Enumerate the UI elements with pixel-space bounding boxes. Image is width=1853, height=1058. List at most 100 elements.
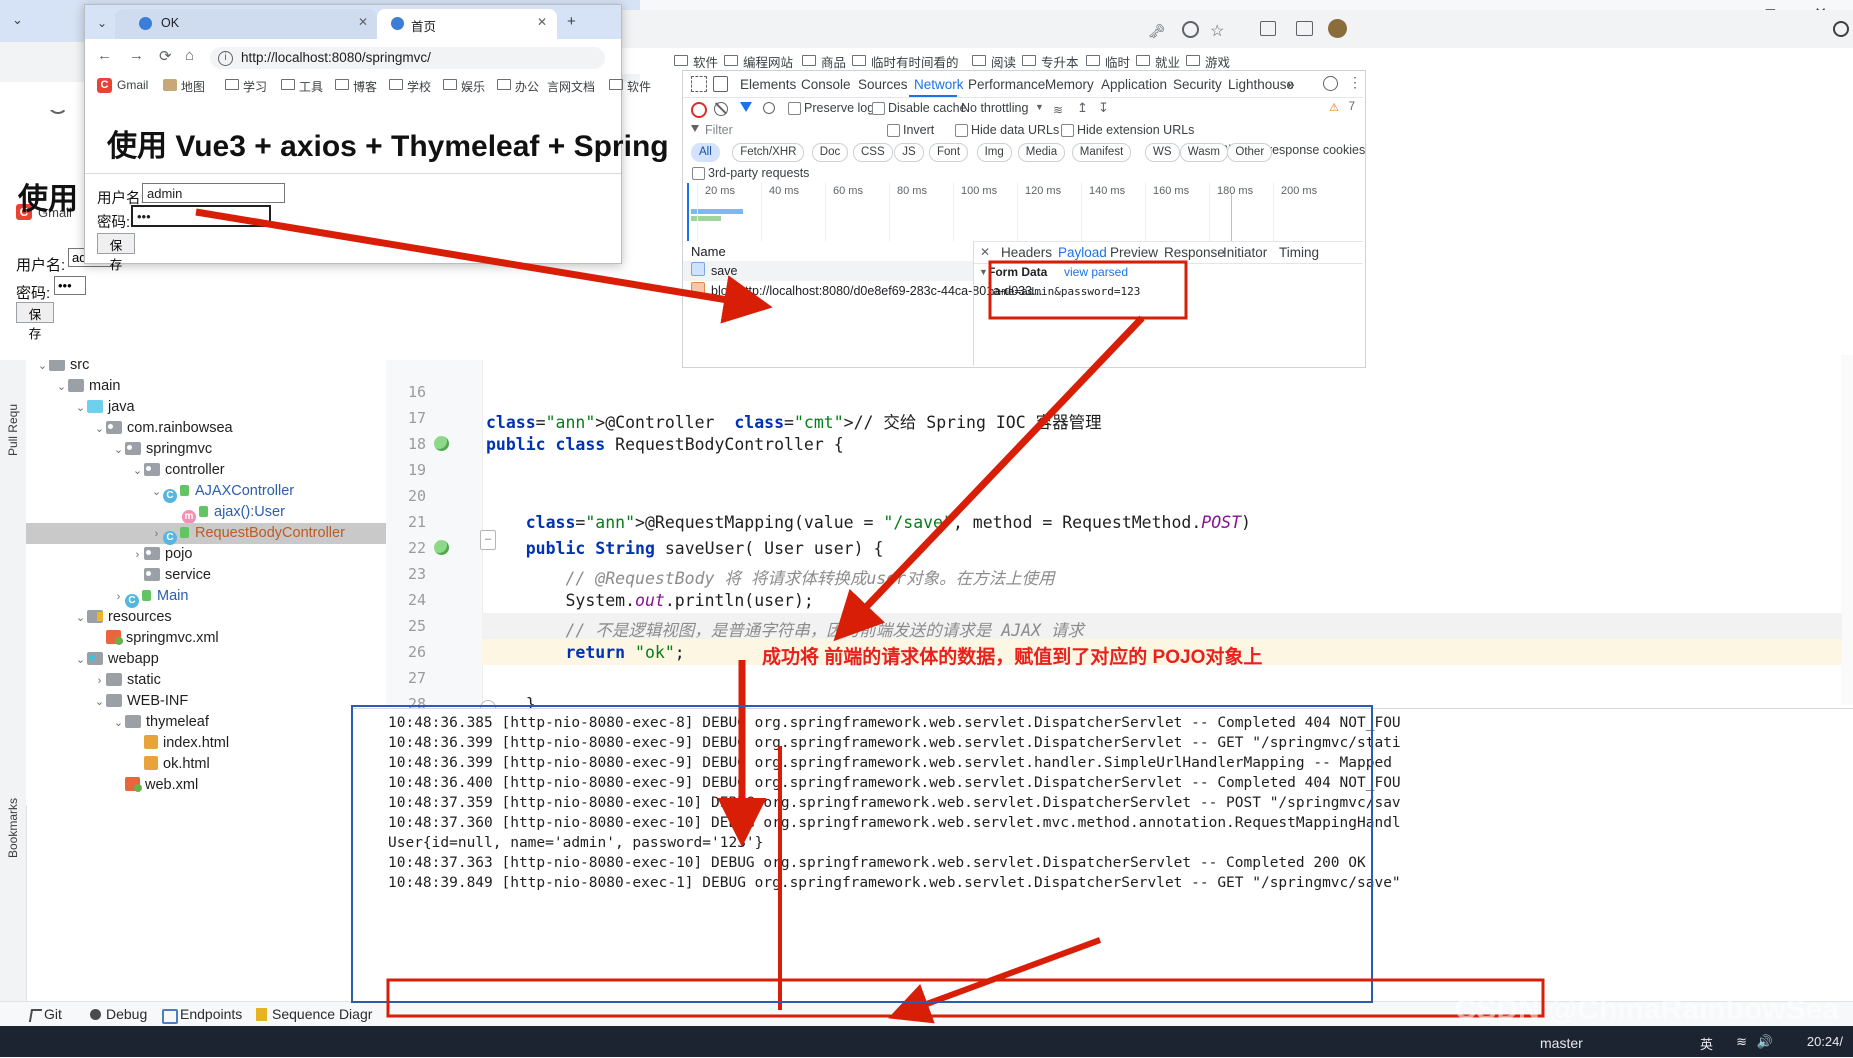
tree-item-com-rainbowsea[interactable]: ⌄ com.rainbowsea [26, 418, 386, 439]
tree-item-ok-html[interactable]: ok.html [26, 754, 386, 775]
tab-ok[interactable]: OK ✕ [115, 9, 377, 39]
home-button[interactable]: ⌂ [185, 47, 194, 64]
detail-tab-timing[interactable]: Timing [1279, 245, 1319, 260]
detail-tab-initiator[interactable]: Initiator [1223, 245, 1267, 260]
resource-type-pill-manifest[interactable]: Manifest [1071, 143, 1132, 162]
address-bar[interactable]: i http://localhost:8080/springmvc/ [210, 47, 605, 69]
console-log-user-output[interactable]: User{id=null, name='admin', password='12… [388, 835, 763, 851]
issue-count[interactable]: 7 [1349, 101, 1355, 113]
devtools-tab-memory[interactable]: Memory [1045, 77, 1094, 92]
third-party-label[interactable]: 3rd-party requests [708, 166, 809, 180]
side-panel-icon[interactable] [1296, 21, 1313, 36]
tree-item-springmvc-xml[interactable]: springmvc.xml [26, 628, 386, 649]
requests-list[interactable]: save blob:http://localhost:8080/d0e8ef69-… [683, 261, 1043, 366]
bookmark-school[interactable]: 学校 [389, 78, 431, 95]
status-branch[interactable]: master [1540, 1035, 1583, 1051]
tree-item-web-xml[interactable]: web.xml [26, 775, 386, 796]
bottom-tab-git[interactable]: Git [44, 1006, 62, 1022]
chevron-down-icon[interactable]: ⌄ [93, 419, 106, 440]
invert-label[interactable]: Invert [903, 123, 934, 137]
resource-type-pill-img[interactable]: Img [976, 143, 1012, 162]
gmail-icon[interactable]: C [97, 78, 112, 93]
export-har-icon[interactable]: ↧ [1098, 100, 1109, 116]
view-parsed-link[interactable]: view parsed [1064, 265, 1128, 279]
devtools-tab-overflow[interactable]: » [1287, 77, 1295, 92]
chevron-right-icon[interactable]: › [150, 524, 163, 545]
request-row[interactable]: save [683, 261, 973, 281]
disable-cache-checkbox[interactable] [872, 102, 885, 115]
resource-type-pill-ws[interactable]: WS [1145, 143, 1180, 162]
forward-button[interactable]: → [129, 47, 144, 64]
bookmark-编程网站[interactable]: 编程网站 [724, 52, 793, 71]
console-log-line[interactable]: 10:48:36.399 [http-nio-8080-exec-9] DEBU… [388, 735, 1401, 751]
gutter-run-marker-icon[interactable] [434, 540, 449, 555]
filter-input[interactable]: Filter [705, 123, 733, 137]
bookmark-blog[interactable]: 博客 [335, 78, 377, 95]
preserve-log-checkbox[interactable] [788, 102, 801, 115]
bookmark-商品[interactable]: 商品 [802, 52, 846, 71]
devtools-tab-performance[interactable]: Performance [968, 77, 1045, 92]
ime-indicator[interactable]: 英 [1700, 1034, 1713, 1053]
console-log-line[interactable]: 10:48:37.360 [http-nio-8080-exec-10] DEB… [388, 815, 1401, 831]
network-conditions-icon[interactable]: ≋ [1053, 103, 1063, 117]
device-toolbar-icon[interactable] [713, 76, 728, 92]
tree-item-ajax-user[interactable]: m ajax():User [26, 502, 386, 524]
devtools-tab-lighthouse[interactable]: Lighthouse [1228, 77, 1294, 92]
more-vertical-icon[interactable]: ⋮ [1348, 74, 1362, 91]
network-timeline-overview[interactable]: 20 ms 40 ms 60 ms 80 ms 100 ms 120 ms 140 ms 16… [683, 183, 1363, 242]
project-tree[interactable]: ⌄ src ⌄ main ⌄ java ⌄ com.rainbowsea ⌄ springmvc ⌄… [26, 355, 386, 805]
hide-data-urls-label[interactable]: Hide data URLs [971, 123, 1059, 137]
hide-extension-urls-label[interactable]: Hide extension URLs [1077, 123, 1194, 137]
chevron-down-icon[interactable]: ⌄ [74, 608, 87, 629]
chevron-right-icon[interactable]: › [112, 587, 125, 608]
chevron-down-icon[interactable]: ⌄ [74, 650, 87, 671]
console-log-line[interactable]: 10:48:36.385 [http-nio-8080-exec-8] DEBU… [388, 715, 1401, 731]
run-console-panel[interactable]: 10:48:36.385 [http-nio-8080-exec-8] DEBU… [352, 708, 1853, 1001]
tree-item-resources[interactable]: ⌄ resources [26, 607, 386, 628]
chevron-right-icon[interactable]: › [93, 671, 106, 692]
tree-item-pojo[interactable]: › pojo [26, 544, 386, 565]
extensions-icon[interactable] [1260, 21, 1276, 36]
tool-pull-requests[interactable]: Pull Requ [6, 404, 20, 456]
password-key-icon[interactable]: 🗝 [1148, 23, 1166, 40]
tab-list-chevron-icon[interactable]: ⌄ [97, 16, 107, 30]
request-row[interactable]: blob:http://localhost:8080/d0e8ef69-283c… [683, 281, 1043, 301]
bottom-tab-sequence-diagram[interactable]: Sequence Diagr [272, 1006, 372, 1022]
bookmark-docs[interactable]: 言网文档 [547, 78, 595, 95]
tab-home-close-icon[interactable]: ✕ [537, 15, 547, 29]
maps-icon[interactable] [163, 79, 177, 91]
resource-type-pill-css[interactable]: CSS [853, 143, 893, 162]
chevron-down-icon[interactable]: ⌄ [150, 482, 163, 503]
console-log-line[interactable]: 10:48:36.400 [http-nio-8080-exec-9] DEBU… [388, 775, 1401, 791]
code-line[interactable]: class="ann">@RequestMapping(value = "/sa… [486, 513, 1251, 532]
bookmark-游戏[interactable]: 游戏 [1186, 52, 1230, 71]
tab-list-chevron-icon[interactable]: ⌄ [12, 12, 23, 28]
gutter-run-marker-icon[interactable] [434, 436, 449, 451]
bookmark-专升本[interactable]: 专升本 [1022, 52, 1079, 71]
detail-tab-headers[interactable]: Headers [1001, 245, 1052, 260]
resource-type-pill-wasm[interactable]: Wasm [1179, 143, 1228, 162]
detail-tab-payload[interactable]: Payload [1058, 245, 1107, 260]
close-icon[interactable]: ✕ [980, 245, 990, 259]
resource-type-pill-other[interactable]: Other [1227, 143, 1273, 162]
chevron-down-icon[interactable]: ⌄ [55, 377, 68, 398]
bookmark-临时[interactable]: 临时 [1086, 52, 1130, 71]
console-log-line[interactable]: 10:48:37.359 [http-nio-8080-exec-10] DEB… [388, 795, 1401, 811]
username-input[interactable] [142, 183, 285, 203]
payload-pane[interactable]: ▼ Form Data view parsed name=admin&passw… [974, 263, 1363, 366]
search-icon[interactable] [763, 102, 775, 114]
code-line[interactable]: public class RequestBodyController { [486, 435, 844, 454]
save-button[interactable]: 保存 [97, 233, 135, 272]
avatar[interactable] [1328, 19, 1347, 38]
tree-item-thymeleaf[interactable]: ⌄ thymeleaf [26, 712, 386, 733]
bookmark-gmail[interactable]: Gmail [117, 78, 148, 92]
preserve-log-label[interactable]: Preserve log [804, 101, 874, 115]
bookmark-就业[interactable]: 就业 [1136, 52, 1180, 71]
volume-icon[interactable]: 🔊 [1757, 1034, 1773, 1050]
bottom-tab-endpoints[interactable]: Endpoints [180, 1006, 242, 1022]
tree-item-service[interactable]: service [26, 565, 386, 586]
code-fold-marker[interactable]: – [480, 530, 496, 550]
bookmark-software[interactable]: 软件 [609, 78, 651, 95]
search-icon[interactable] [1833, 21, 1849, 37]
resource-type-pill-font[interactable]: Font [929, 143, 969, 162]
